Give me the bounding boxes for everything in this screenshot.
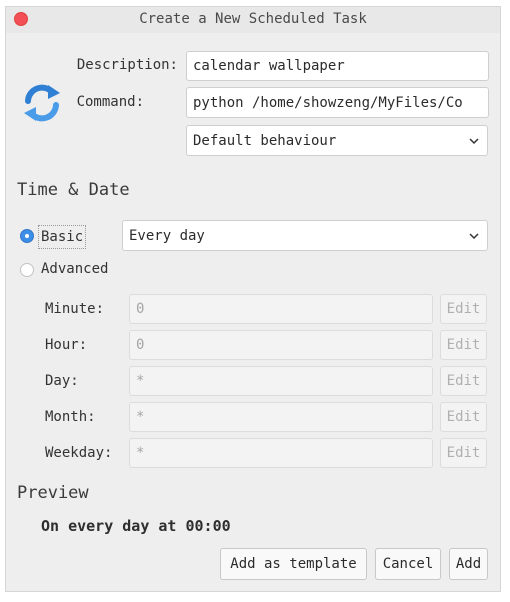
time-date-heading: Time & Date bbox=[17, 180, 130, 200]
add-button[interactable]: Add bbox=[449, 548, 488, 580]
weekday-label: Weekday: bbox=[45, 445, 113, 461]
chevron-down-icon bbox=[469, 137, 479, 144]
minute-input[interactable]: 0 bbox=[129, 294, 433, 324]
cancel-button[interactable]: Cancel bbox=[375, 548, 441, 580]
window-title: Create a New Scheduled Task bbox=[139, 11, 367, 27]
advanced-radio[interactable] bbox=[20, 263, 34, 277]
day-input[interactable]: * bbox=[129, 366, 433, 396]
refresh-arrows-icon bbox=[24, 84, 60, 122]
description-input[interactable]: calendar wallpaper bbox=[186, 51, 489, 81]
hour-input[interactable]: 0 bbox=[129, 330, 433, 360]
command-label: Command: bbox=[76, 94, 144, 110]
frequency-select[interactable]: Every day bbox=[122, 220, 488, 251]
month-input[interactable]: * bbox=[129, 402, 433, 432]
month-label: Month: bbox=[45, 409, 96, 425]
add-as-template-button[interactable]: Add as template bbox=[220, 548, 367, 580]
preview-text: On every day at 00:00 bbox=[41, 517, 231, 535]
behaviour-select[interactable]: Default behaviour bbox=[186, 125, 488, 156]
weekday-edit-button[interactable]: Edit bbox=[440, 438, 487, 468]
basic-label[interactable]: Basic bbox=[38, 225, 87, 249]
title-bar[interactable]: Create a New Scheduled Task bbox=[6, 7, 500, 33]
weekday-input[interactable]: * bbox=[129, 438, 433, 468]
command-input[interactable]: python /home/showzeng/MyFiles/Co bbox=[186, 87, 489, 118]
day-label: Day: bbox=[45, 373, 79, 389]
preview-heading: Preview bbox=[17, 483, 89, 503]
minute-label: Minute: bbox=[45, 301, 105, 317]
minute-edit-button[interactable]: Edit bbox=[440, 294, 487, 324]
chevron-down-icon bbox=[469, 232, 479, 239]
basic-radio[interactable] bbox=[20, 229, 34, 243]
behaviour-selected: Default behaviour bbox=[193, 132, 337, 149]
hour-label: Hour: bbox=[45, 337, 88, 353]
description-label: Description: bbox=[76, 57, 178, 73]
hour-edit-button[interactable]: Edit bbox=[440, 330, 487, 360]
day-edit-button[interactable]: Edit bbox=[440, 366, 487, 396]
month-edit-button[interactable]: Edit bbox=[440, 402, 487, 432]
frequency-selected: Every day bbox=[129, 227, 205, 244]
advanced-label[interactable]: Advanced bbox=[41, 261, 108, 277]
